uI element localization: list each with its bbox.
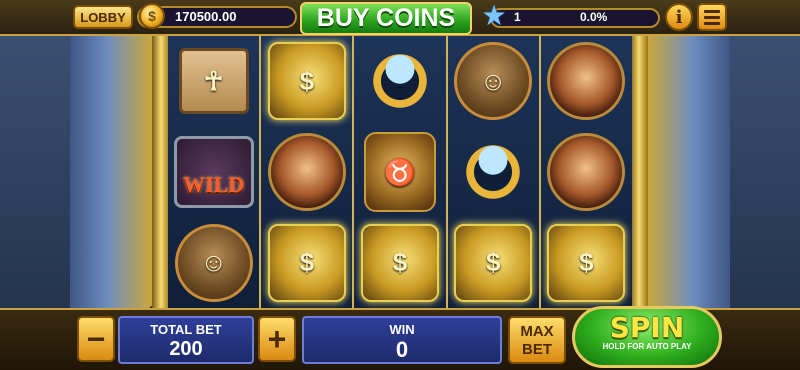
hamburger-icon-line	[704, 9, 720, 13]
money-bag-symbol-icon: $	[267, 42, 346, 121]
reel-cell	[541, 127, 632, 218]
mask-glyph-icon: ☺	[479, 65, 507, 96]
hamburger-icon-line	[704, 21, 720, 25]
win-box: WIN 0	[302, 316, 502, 364]
reel-cell: $	[261, 36, 352, 127]
lobby-button[interactable]: LOBBY	[73, 5, 133, 29]
mask-symbol-icon: ☺	[174, 223, 253, 302]
win-label: WIN	[389, 322, 415, 337]
reel-cell: $	[541, 217, 632, 308]
max-bet-label-line2: BET	[522, 341, 552, 358]
reel-1: ☥ WILD ☺	[168, 36, 262, 308]
max-bet-button[interactable]: MAX BET	[508, 316, 566, 364]
reel-cell	[354, 36, 445, 127]
total-bet-value: 200	[169, 338, 203, 360]
scarab-glyph-icon: ☥	[203, 65, 224, 96]
reel-cell: ☺	[168, 217, 259, 308]
spin-sub-label: HOLD FOR AUTO PLAY	[602, 342, 692, 351]
info-button[interactable]: i	[665, 3, 693, 31]
money-bag-glyph-icon: $	[299, 65, 315, 96]
reel-cell: ☥	[168, 36, 259, 127]
reel-2: $ $	[261, 36, 355, 308]
scarab-symbol-icon: ☥	[178, 48, 249, 115]
total-bet-box: TOTAL BET 200	[118, 316, 254, 364]
money-bag-symbol-icon: $	[267, 223, 346, 302]
mask-glyph-icon: ☺	[200, 247, 227, 278]
coin-icon: $	[139, 3, 165, 29]
level-star-icon: ★	[481, 0, 507, 31]
reel-cell: $	[354, 217, 445, 308]
beast-symbol-icon: ♉	[364, 132, 436, 212]
man-symbol-icon	[547, 42, 626, 121]
wild-text: WILD	[183, 172, 245, 197]
mask-symbol-icon: ☺	[454, 42, 533, 121]
reel-cell: $	[261, 217, 352, 308]
slot-reels[interactable]: ☥ WILD ☺ $ $ ♉ $ ☺ $ $	[168, 36, 633, 308]
ring-symbol-icon	[454, 133, 533, 211]
money-bag-symbol-icon: $	[454, 223, 533, 302]
money-bag-glyph-icon: $	[485, 247, 501, 278]
hamburger-icon-line	[704, 15, 720, 19]
reel-5: $	[540, 36, 633, 308]
money-bag-symbol-icon: $	[361, 223, 439, 302]
right-curtain	[635, 36, 730, 316]
money-bag-glyph-icon: $	[392, 247, 408, 278]
reel-cell: ♉	[354, 127, 445, 218]
player-level: 1	[514, 10, 521, 24]
reel-cell	[261, 127, 352, 218]
wild-symbol-icon: WILD	[173, 136, 254, 208]
coin-balance: 170500.00	[175, 9, 237, 24]
left-curtain	[70, 36, 165, 316]
spin-label: SPIN	[609, 311, 685, 344]
reel-3: ♉ $	[354, 36, 448, 308]
woman-symbol-icon	[547, 133, 626, 211]
spin-button[interactable]: SPIN HOLD FOR AUTO PLAY	[572, 306, 722, 368]
info-icon: i	[675, 6, 683, 28]
reel-cell	[541, 36, 632, 127]
max-bet-label-line1: MAX	[520, 323, 554, 340]
decrease-bet-button[interactable]: −	[77, 316, 115, 362]
ring-symbol-icon	[361, 42, 439, 121]
level-progress-percent: 0.0%	[580, 10, 608, 24]
money-bag-glyph-icon: $	[299, 247, 315, 278]
buy-coins-button[interactable]: BUY COINS	[300, 2, 472, 35]
win-value: 0	[395, 337, 409, 362]
reel-cell: $	[448, 217, 539, 308]
reel-cell: WILD	[168, 127, 259, 218]
increase-bet-button[interactable]: +	[258, 316, 296, 362]
beast-glyph-icon: ♉	[383, 156, 417, 187]
menu-button[interactable]	[697, 3, 727, 31]
reel-4: ☺ $	[447, 36, 541, 308]
right-gold-frame	[630, 36, 648, 316]
reel-cell	[448, 127, 539, 218]
money-bag-glyph-icon: $	[579, 247, 594, 278]
woman-symbol-icon	[267, 133, 346, 211]
total-bet-label: TOTAL BET	[150, 322, 222, 337]
money-bag-symbol-icon: $	[547, 223, 626, 302]
reel-cell: ☺	[448, 36, 539, 127]
